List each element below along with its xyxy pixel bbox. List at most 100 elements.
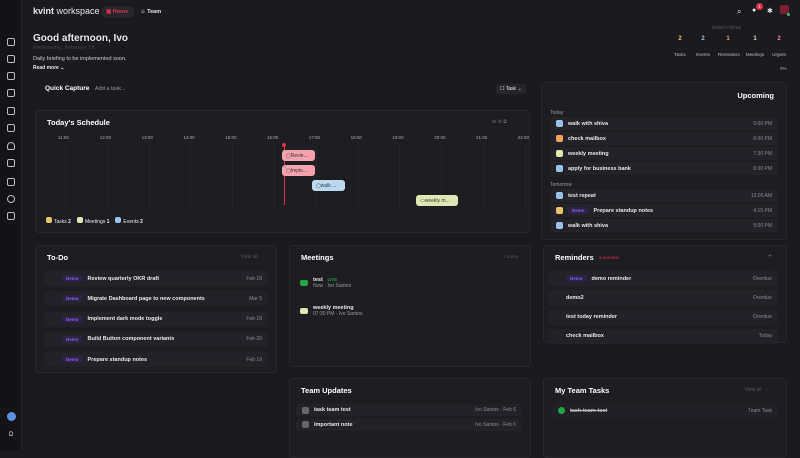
type-icon — [302, 406, 309, 414]
tab-home[interactable]: ▦ Home — [102, 6, 134, 18]
demo-tag: Demo — [566, 275, 587, 282]
team-updates-card: Team Updates task team test Ivo Santos · … — [289, 378, 531, 458]
team-update-item[interactable]: important note Ivo Santos · Feb 6 — [296, 418, 522, 431]
hour-gridline — [399, 145, 401, 207]
reminder-item[interactable]: check mailbox Today — [548, 328, 778, 344]
todo-item[interactable]: Demo Implement dark mode toggle Feb 18 — [44, 311, 268, 327]
focus-reminders: 1 Reminders — [718, 36, 740, 57]
greeting-title: Good afternoon, Ivo — [33, 33, 128, 44]
reminder-item[interactable]: Demo demo reminder Overdue — [548, 271, 778, 286]
now-dot — [282, 143, 286, 147]
schedule-event[interactable]: ▢ walk ... — [312, 180, 345, 191]
edit-icon[interactable] — [7, 72, 15, 80]
demo-tag: Demo — [62, 335, 83, 343]
type-icon — [300, 308, 308, 314]
todo-item[interactable]: Demo Migrate Dashboard page to new compon… — [44, 291, 268, 307]
focus-meetings: 1 Meetings — [745, 36, 765, 57]
read-more-link[interactable]: Read more ⌄ — [33, 65, 64, 71]
hour-label: 11:00 — [58, 135, 69, 140]
briefing-text: Daily briefing to be implemented soon. — [33, 56, 127, 62]
team-task-row[interactable]: task-team-test Team Task — [552, 403, 778, 418]
schedule-event[interactable]: ▢ Imple... — [282, 165, 315, 176]
hour-label: 20:00 — [434, 135, 446, 140]
focus-label: today's focus — [712, 25, 742, 31]
hour-gridline — [190, 145, 192, 207]
upcoming-item[interactable]: Demo Prepare standup notes 4:15 PM — [550, 204, 778, 217]
legend-meetings: Meetings 1 — [76, 217, 109, 225]
todo-card: To-Do View all → Demo Review quarterly OK… — [35, 245, 277, 373]
upcoming-item[interactable]: walk with shiva 5:00 PM — [550, 219, 778, 232]
focus-tasks: 2 Tasks — [674, 36, 686, 57]
sync-icon[interactable] — [7, 212, 15, 220]
todo-view-all[interactable]: View all → — [240, 254, 264, 260]
notes-icon[interactable] — [7, 107, 15, 115]
notification-badge: 1 — [756, 3, 763, 10]
upcoming-item[interactable]: apply for business bank 6:00 PM — [550, 162, 778, 175]
document-icon[interactable] — [7, 89, 15, 97]
schedule-title: Today's Schedule — [47, 118, 110, 127]
meetings-title: Meetings — [301, 253, 334, 262]
upcoming-item[interactable]: walk with shiva 5:00 PM — [550, 117, 778, 130]
task-input[interactable]: Add a task... — [95, 86, 126, 92]
upcoming-title: Upcoming — [737, 91, 774, 100]
group-today: Today — [550, 110, 564, 116]
upcoming-item[interactable]: check mailbox 6:00 PM — [550, 132, 778, 145]
focus-urgent: 2 Urgent — [772, 36, 786, 57]
type-icon — [46, 217, 52, 223]
demo-tag: Demo — [568, 207, 589, 214]
type-select[interactable]: ☐ Task ⌄ — [496, 84, 526, 94]
add-reminder-button[interactable]: + — [768, 253, 772, 260]
reminders-title: Reminders — [555, 253, 594, 262]
type-icon — [300, 280, 308, 286]
todo-item[interactable]: Demo Build Button component variants Feb 2… — [44, 331, 268, 347]
hour-label: 17:00 — [308, 135, 321, 140]
hour-label: 13:00 — [141, 135, 153, 140]
hour-label: 21:00 — [476, 135, 488, 140]
hour-gridline — [65, 145, 66, 207]
upcoming-item[interactable]: weekly meeting 7:30 PM — [550, 147, 778, 160]
team-update-item[interactable]: task team test Ivo Santos · Feb 6 — [296, 404, 522, 416]
calendar-icon[interactable] — [7, 38, 15, 46]
hour-label: 14:00 — [183, 135, 195, 140]
hour-label: 15:00 — [225, 135, 237, 140]
focus-progress: 0% — [780, 66, 787, 71]
demo-tag: Demo — [62, 356, 83, 364]
type-icon — [115, 217, 122, 223]
reminder-item[interactable]: test today reminder Overdue — [548, 309, 778, 325]
settings-icon[interactable]: ✱ — [767, 7, 773, 15]
todo-item[interactable]: Demo Review quarterly OKR draft Feb 18 — [44, 271, 268, 286]
zoom-controls[interactable]: ⊕ ⊖ ⧉ — [492, 119, 507, 125]
upcoming-item[interactable]: test repeat 12:00 AM — [550, 189, 778, 202]
legend-tasks: Tasks 2 — [46, 217, 71, 225]
schedule-event[interactable]: ▢ Revie... — [282, 150, 315, 161]
meeting-item[interactable]: weekly meeting 07:30 PM · Ivo Santos — [300, 305, 362, 317]
greeting-date: Wednesday, February 18 — [33, 45, 95, 51]
assistant-icon[interactable] — [7, 412, 16, 421]
type-icon — [302, 421, 309, 428]
team-tasks-view-all[interactable]: View all → — [744, 387, 768, 393]
hour-label: 12:00 — [99, 135, 112, 140]
video-icon[interactable] — [7, 178, 15, 186]
meeting-item[interactable]: test LIVE Now · Ivo Santos — [300, 277, 351, 289]
demo-tag: Demo — [62, 275, 83, 282]
sidebar: D — [0, 0, 22, 450]
tab-team[interactable]: ☺ Team — [140, 9, 161, 15]
type-icon — [556, 150, 563, 157]
quick-capture: Quick Capture Add a task... ☐ Task ⌄ — [35, 80, 530, 100]
user-avatar[interactable]: D — [9, 432, 13, 438]
hour-gridline — [232, 145, 234, 207]
chat-icon[interactable] — [7, 159, 15, 167]
bell-icon[interactable] — [7, 142, 15, 150]
hour-gridline — [274, 145, 275, 207]
team-tasks-title: My Team Tasks — [555, 386, 610, 395]
search-icon[interactable]: ⌕ — [737, 7, 741, 17]
mail-icon[interactable] — [7, 124, 15, 132]
folder-icon[interactable] — [7, 55, 15, 63]
schedule-event[interactable]: ▭ weekly m... — [416, 195, 458, 206]
reminders-card: Reminders 3 overdue + Demo demo reminder O… — [543, 245, 787, 344]
reminder-item[interactable]: demo2 Overdue — [548, 290, 778, 306]
todo-title: To-Do — [47, 253, 69, 262]
target-icon[interactable] — [7, 195, 15, 203]
todo-item[interactable]: Demo Prepare standup notes Feb 19 — [44, 352, 268, 368]
hour-label: 18:00 — [350, 135, 362, 140]
